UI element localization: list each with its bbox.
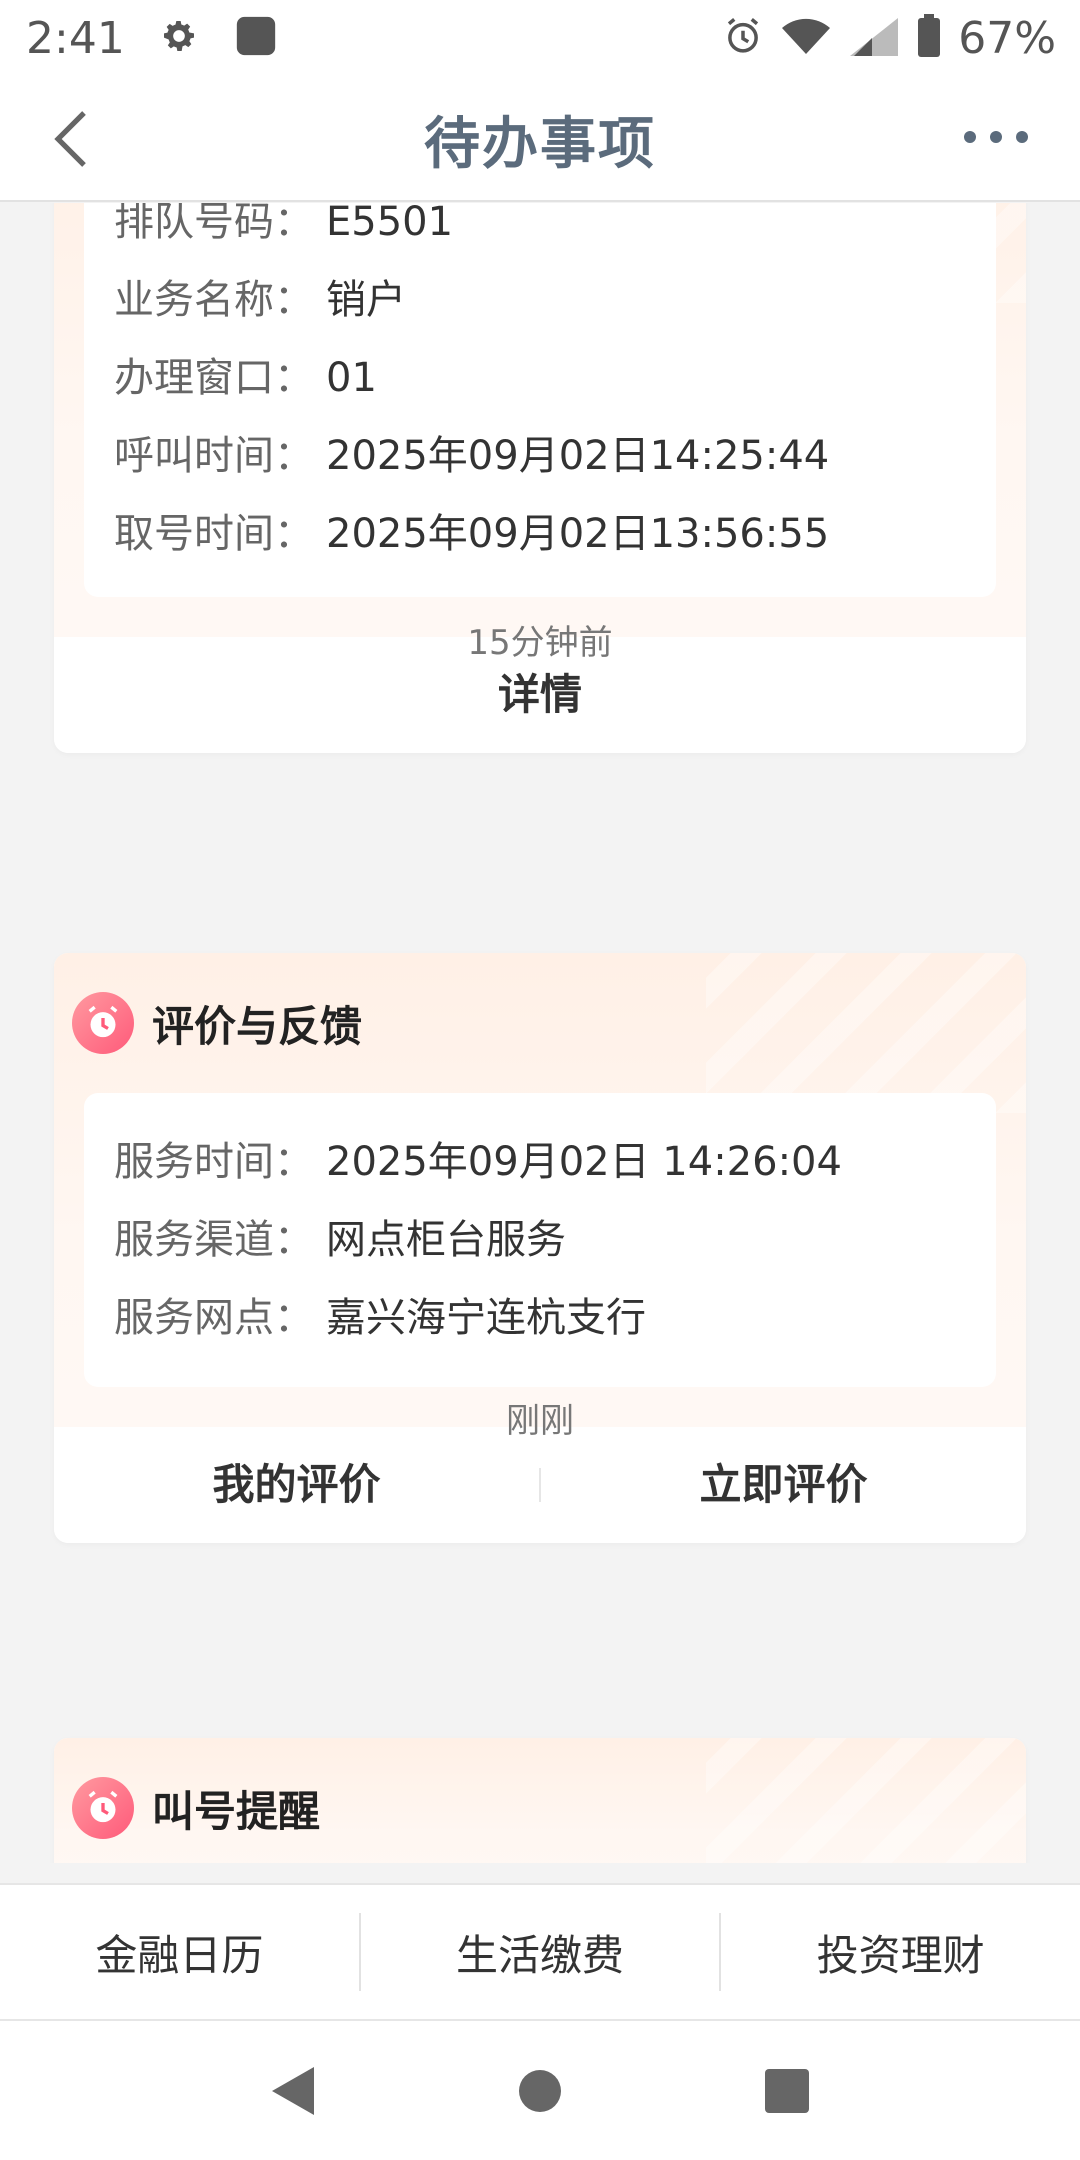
info-row-queue-number: 排队号码： E5501: [114, 203, 966, 261]
circle-home-icon: [518, 2069, 561, 2112]
settings-gear-icon: [159, 16, 199, 60]
queue-card: 排队号码： E5501 业务名称： 销户 办理窗口： 01 呼叫时间： 2025…: [54, 203, 1026, 753]
page-title: 待办事项: [424, 111, 656, 177]
queue-card-body: 排队号码： E5501 业务名称： 销户 办理窗口： 01 呼叫时间： 2025…: [54, 203, 1026, 637]
alarm-clock-icon: [72, 992, 134, 1054]
more-dots-icon: [964, 131, 1028, 143]
call-card-body: 叫号提醒: [54, 1738, 1026, 1863]
info-key: 服务网点：: [114, 1295, 314, 1341]
app-header: 待办事项: [0, 76, 1080, 202]
nav-back-button[interactable]: [263, 2061, 323, 2121]
info-key: 服务时间：: [114, 1139, 314, 1185]
feedback-card-body: 评价与反馈 服务时间： 2025年09月02日 14:26:04 服务渠道： 网…: [54, 953, 1026, 1427]
feedback-info-box: 服务时间： 2025年09月02日 14:26:04 服务渠道： 网点柜台服务 …: [84, 1093, 996, 1387]
info-value: 2025年09月02日14:25:44: [326, 433, 830, 479]
call-card-title: 叫号提醒: [152, 1786, 321, 1836]
status-bar: 2:41 67%: [0, 0, 1080, 76]
more-button[interactable]: [952, 112, 1040, 162]
info-key: 业务名称：: [114, 277, 314, 323]
info-row-service-time: 服务时间： 2025年09月02日 14:26:04: [114, 1123, 966, 1201]
info-value: 销户: [326, 277, 406, 323]
tab-finance-calendar[interactable]: 金融日历: [0, 1922, 359, 1983]
battery-percentage: 67%: [958, 12, 1056, 64]
info-key: 呼叫时间：: [114, 433, 314, 479]
feedback-card-actions: 我的评价 立即评价: [54, 1427, 1026, 1543]
info-row-ticket-time: 取号时间： 2025年09月02日13:56:55: [114, 495, 966, 573]
queue-info-box: 排队号码： E5501 业务名称： 销户 办理窗口： 01 呼叫时间： 2025…: [84, 203, 996, 597]
info-row-service-branch: 服务网点： 嘉兴海宁连杭支行: [114, 1279, 966, 1357]
feedback-card-main: 评价与反馈 服务时间： 2025年09月02日 14:26:04 服务渠道： 网…: [54, 953, 1026, 1543]
timestamp-feedback: 15分钟前: [467, 623, 613, 663]
info-key: 排队号码：: [114, 203, 314, 245]
tab-investment[interactable]: 投资理财: [721, 1922, 1080, 1983]
square-recents-icon: [764, 2068, 809, 2113]
info-row-business-name: 业务名称： 销户: [114, 261, 966, 339]
status-right: 67%: [722, 13, 1056, 64]
feedback-card-head: 评价与反馈: [54, 953, 1026, 1093]
info-key: 服务渠道：: [114, 1217, 314, 1263]
feedback-card-title: 评价与反馈: [152, 1001, 363, 1051]
info-value: 2025年09月02日13:56:55: [326, 511, 830, 557]
info-key: 取号时间：: [114, 511, 314, 557]
nav-recents-button[interactable]: [757, 2061, 817, 2121]
status-left: 2:41: [26, 13, 279, 64]
call-reminder-card: 叫号提醒: [54, 1738, 1026, 1863]
call-card-head: 叫号提醒: [54, 1738, 1026, 1863]
triangle-back-icon: [272, 2066, 315, 2115]
info-value: 01: [326, 355, 377, 401]
info-row-call-time: 呼叫时间： 2025年09月02日14:25:44: [114, 417, 966, 495]
nav-home-button[interactable]: [510, 2061, 570, 2121]
tab-life-payment[interactable]: 生活缴费: [361, 1922, 720, 1983]
review-now-button[interactable]: 立即评价: [541, 1427, 1026, 1543]
my-review-button[interactable]: 我的评价: [54, 1427, 539, 1543]
signal-icon: [848, 15, 900, 61]
info-value: 嘉兴海宁连杭支行: [326, 1295, 646, 1341]
info-value: E5501: [326, 203, 454, 245]
info-row-window: 办理窗口： 01: [114, 339, 966, 417]
info-row-service-channel: 服务渠道： 网点柜台服务: [114, 1201, 966, 1279]
bottom-tab-bar: 金融日历 生活缴费 投资理财: [0, 1883, 1080, 2019]
alarm-icon: [722, 15, 764, 61]
system-nav-bar: [0, 2019, 1080, 2160]
info-value: 网点柜台服务: [326, 1217, 566, 1263]
info-value: 2025年09月02日 14:26:04: [326, 1139, 842, 1185]
battery-icon: [916, 14, 942, 62]
info-key: 办理窗口：: [114, 355, 314, 401]
status-time: 2:41: [26, 12, 125, 64]
wifi-icon: [780, 15, 832, 61]
alarm-clock-icon: [72, 1777, 134, 1839]
app-square-icon: [233, 13, 279, 63]
